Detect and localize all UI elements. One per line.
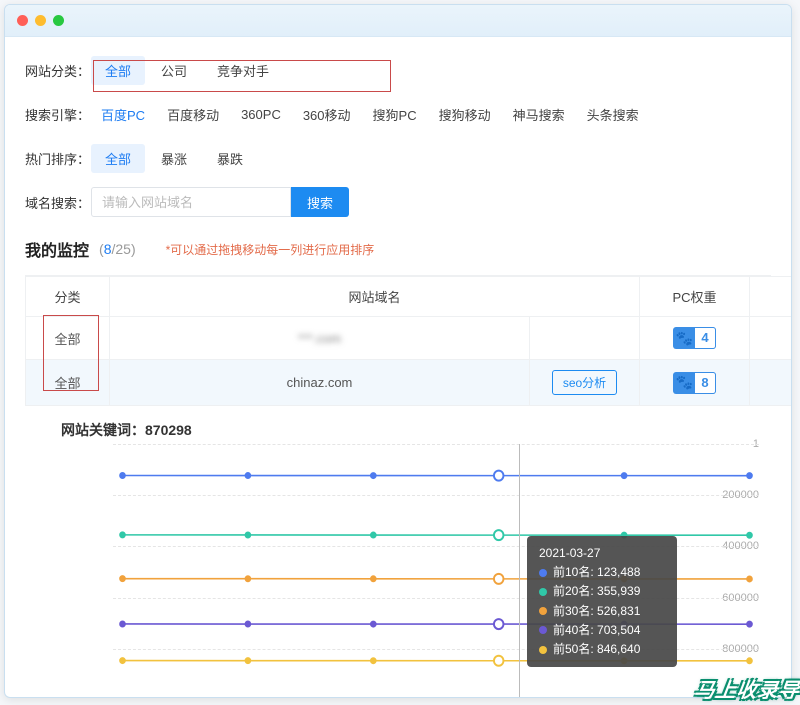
- tooltip-date: 2021-03-27: [539, 544, 665, 563]
- search-button[interactable]: 搜索: [291, 187, 349, 217]
- cell-category: 全部: [26, 360, 110, 406]
- th-category[interactable]: 分类: [26, 277, 110, 317]
- monitor-header: 我的监控 (8/25) *可以通过拖拽移动每一列进行应用排序: [25, 237, 771, 261]
- pc-weight-badge: 🐾8: [673, 372, 715, 394]
- seo-analyze-button[interactable]: seo分析: [552, 370, 617, 395]
- monitor-title: 我的监控: [25, 237, 89, 261]
- domain-search-input[interactable]: [91, 187, 291, 217]
- minimize-icon[interactable]: [35, 15, 46, 26]
- content: 网站分类： 全部公司竞争对手 搜索引擎： 百度PC百度移动360PC360移动搜…: [5, 37, 791, 698]
- monitor-table: 分类 网站域名 PC权重 全部***.com🐾41全部chinaz.comseo…: [25, 275, 771, 406]
- cell-domain: ***.com: [110, 317, 530, 360]
- cell-pcweight: 🐾4: [640, 317, 750, 360]
- table-header-row: 分类 网站域名 PC权重: [26, 277, 793, 317]
- app-window: 网站分类： 全部公司竞争对手 搜索引擎： 百度PC百度移动360PC360移动搜…: [4, 4, 792, 698]
- tooltip-row: 前20名: 355,939: [539, 582, 665, 601]
- filter-label: 域名搜索：: [25, 193, 91, 212]
- tab-暴跌[interactable]: 暴跌: [203, 144, 257, 173]
- pc-weight-badge: 🐾4: [673, 327, 715, 349]
- tab-全部[interactable]: 全部: [91, 56, 145, 85]
- table-row[interactable]: 全部***.com 🐾4 1: [26, 317, 793, 360]
- watermark: 马上收录导: [693, 674, 800, 703]
- table-row[interactable]: 全部chinaz.com seo分析 🐾8 539: [26, 360, 793, 406]
- tab-搜狗移动[interactable]: 搜狗移动: [429, 100, 501, 129]
- close-icon[interactable]: [17, 15, 28, 26]
- maximize-icon[interactable]: [53, 15, 64, 26]
- th-pcweight[interactable]: PC权重: [640, 277, 750, 317]
- filters: 网站分类： 全部公司竞争对手 搜索引擎： 百度PC百度移动360PC360移动搜…: [25, 55, 771, 217]
- cell-extra: 1: [750, 317, 792, 360]
- cell-domain: chinaz.com: [110, 360, 530, 406]
- keyword-count: 网站关键词：870298: [61, 420, 771, 440]
- chart-tooltip: 2021-03-27前10名: 123,488前20名: 355,939前30名…: [527, 536, 677, 667]
- hot-tabs: 全部暴涨暴跌: [91, 144, 257, 173]
- tab-神马搜索[interactable]: 神马搜索: [503, 100, 575, 129]
- tab-全部[interactable]: 全部: [91, 144, 145, 173]
- filter-label: 热门排序：: [25, 149, 91, 168]
- hover-line: [519, 444, 520, 698]
- cell-seo: [530, 317, 640, 360]
- baidu-paw-icon: 🐾: [673, 327, 695, 349]
- filter-row-engine: 搜索引擎： 百度PC百度移动360PC360移动搜狗PC搜狗移动神马搜索头条搜索: [25, 99, 771, 129]
- tab-公司[interactable]: 公司: [147, 56, 201, 85]
- filter-label: 网站分类：: [25, 61, 91, 80]
- filter-row-hot: 热门排序： 全部暴涨暴跌: [25, 143, 771, 173]
- tooltip-row: 前40名: 703,504: [539, 621, 665, 640]
- tab-百度移动[interactable]: 百度移动: [157, 100, 229, 129]
- tab-竞争对手[interactable]: 竞争对手: [203, 56, 283, 85]
- filter-row-search: 域名搜索： 搜索: [25, 187, 771, 217]
- cell-seo: seo分析: [530, 360, 640, 406]
- baidu-paw-icon: 🐾: [673, 372, 695, 394]
- filter-label: 搜索引擎：: [25, 105, 91, 124]
- tooltip-row: 前50名: 846,640: [539, 640, 665, 659]
- monitor-hint: *可以通过拖拽移动每一列进行应用排序: [166, 241, 375, 258]
- engine-tabs: 百度PC百度移动360PC360移动搜狗PC搜狗移动神马搜索头条搜索: [91, 100, 649, 129]
- cell-extra: 539: [750, 360, 792, 406]
- cell-pcweight: 🐾8: [640, 360, 750, 406]
- titlebar: [5, 5, 791, 37]
- keyword-chart[interactable]: 120000040000060000080000010000002021-03-…: [31, 444, 765, 698]
- filter-row-category: 网站分类： 全部公司竞争对手: [25, 55, 771, 85]
- tab-360PC[interactable]: 360PC: [231, 102, 291, 127]
- tooltip-row: 前10名: 123,488: [539, 563, 665, 582]
- category-tabs: 全部公司竞争对手: [91, 56, 283, 85]
- tab-搜狗PC[interactable]: 搜狗PC: [363, 100, 427, 129]
- th-extra: [750, 277, 792, 317]
- th-domain[interactable]: 网站域名: [110, 277, 640, 317]
- monitor-count: (8/25): [99, 241, 136, 257]
- cell-category: 全部: [26, 317, 110, 360]
- plot-area: 2021-03-27前10名: 123,488前20名: 355,939前30名…: [113, 444, 759, 698]
- tab-360移动[interactable]: 360移动: [293, 100, 361, 129]
- tab-百度PC[interactable]: 百度PC: [91, 100, 155, 129]
- tab-暴涨[interactable]: 暴涨: [147, 144, 201, 173]
- tab-头条搜索[interactable]: 头条搜索: [577, 100, 649, 129]
- tooltip-row: 前30名: 526,831: [539, 602, 665, 621]
